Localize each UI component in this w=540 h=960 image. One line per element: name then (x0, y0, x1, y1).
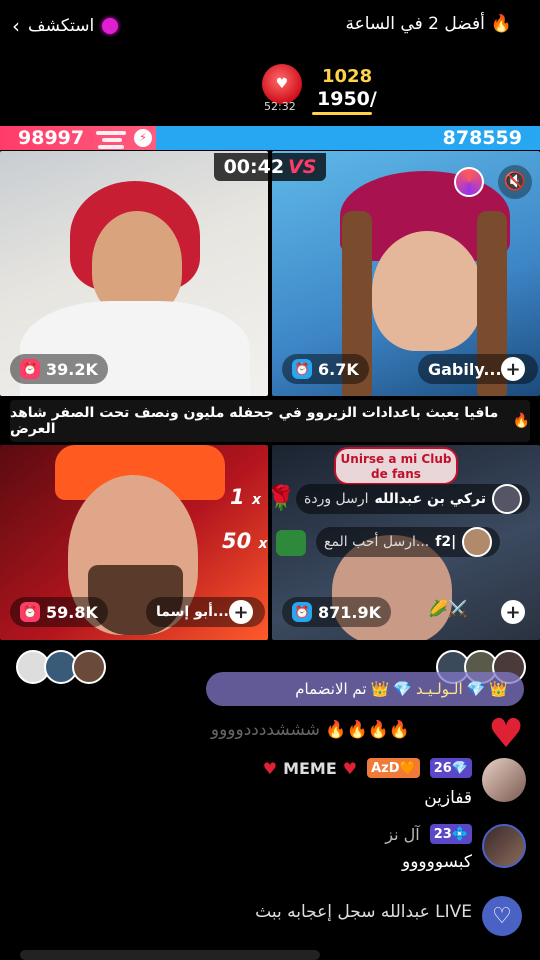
score-timer: 52:32 (264, 100, 296, 113)
flag-gift-icon (276, 530, 306, 556)
fire-icons: 🔥🔥🔥🔥 (325, 720, 410, 740)
score-current: 1028 (322, 66, 373, 87)
comment-text: كبسووووو (401, 852, 472, 872)
vs-icon: VS (288, 156, 317, 178)
video-tile-3[interactable]: 1 x 50 x ⏰ 59.8K أبو إسما... + (0, 445, 268, 640)
pinned-banner[interactable]: مافيا يعبث باعدادات الزيروو في جحفله ملي… (10, 400, 530, 442)
comment-1[interactable]: ♥ MEME ♥ AzD 🧡 26 💎 قفازين (0, 758, 540, 822)
gift-note-action: ارسل أحب المع... (324, 534, 430, 550)
hourly-rank[interactable]: أفضل 2 في الساعة 🔥 (346, 14, 512, 34)
banner-text: مافيا يعبث باعدادات الزيروو في جحفله ملي… (10, 405, 499, 437)
guest-name: Gabily... (428, 359, 502, 379)
faded-comment: شششددددوووو 🔥🔥🔥🔥 (210, 720, 410, 740)
guest-name: أبو إسما... (156, 604, 229, 620)
like-notice-text: عبدالله سجل إعجابه ببث LIVE (255, 902, 472, 922)
flame-icon: 🔥 (490, 14, 512, 34)
likes-pill-4[interactable]: ⏰ 871.9K (282, 597, 392, 627)
likes-pill-3[interactable]: ⏰ 59.8K (10, 597, 108, 627)
follow-plus-icon[interactable]: + (229, 600, 253, 624)
heart-badge-icon: ♥ (262, 64, 302, 104)
explore-button[interactable]: ‹ استكشف (12, 14, 119, 38)
likes-count: 39.2K (46, 359, 98, 379)
alarm-icon: ⏰ (292, 602, 312, 622)
score-target: 1950/ (317, 88, 377, 110)
crown-icon: 👑 (489, 680, 508, 698)
guest-face (372, 231, 482, 351)
club-sign-line2: de fans (371, 467, 421, 481)
likes-count: 59.8K (46, 602, 98, 622)
join-user: الـولـيـد (415, 680, 463, 698)
likes-count: 871.9K (318, 602, 382, 622)
chevron-left-icon: ‹ (12, 14, 20, 38)
comment-header: آل نز 23 💠 (385, 824, 472, 844)
diamond-icon: 💎 (393, 680, 412, 698)
fan-badge: AzD 🧡 (367, 758, 420, 778)
heart-icon: ♥ (262, 758, 278, 778)
score-underline (312, 112, 372, 115)
video-tile-2[interactable]: 🔇 ⏰ 6.7K Gabily... + (272, 151, 540, 396)
crown-icon: 👑 (370, 680, 390, 698)
battle-score-bar: ⚡ 98997 878559 (0, 126, 540, 150)
gift-note-user: f2| (435, 534, 457, 550)
gift-note-user: تركي بن عبدالله (374, 491, 487, 507)
commenter-name: MEME (283, 758, 337, 778)
score-panel[interactable]: ♥ 52:32 1028 1950/ (262, 64, 377, 116)
gift-user-avatar (492, 484, 523, 514)
club-sign-line1: Unirse a mi Club (340, 452, 452, 466)
explore-label: استكشف (28, 16, 95, 36)
fire-icon: 🔥 (512, 413, 530, 429)
likes-pill-2[interactable]: ⏰ 6.7K (282, 354, 369, 384)
alarm-icon: ⏰ (20, 602, 40, 622)
likes-pill-1[interactable]: ⏰ 39.2K (10, 354, 108, 384)
commenter-avatar[interactable] (482, 758, 526, 802)
join-notice: تم الانضمام 👑 💎 الـولـيـد 💎 👑 (206, 672, 524, 706)
video-tile-1[interactable]: ⏰ 39.2K (0, 151, 268, 396)
heart-icon: ♥ (342, 758, 358, 778)
blue-team-score: 878559 (442, 127, 522, 149)
lightning-icon: ⚡ (134, 129, 152, 147)
gift-count-b: 50 x (222, 529, 268, 553)
mute-icon[interactable]: 🔇 (498, 165, 532, 199)
gift-note-1[interactable]: ارسل وردة تركي بن عبدالله (296, 484, 531, 514)
join-action: تم الانضمام (295, 680, 367, 698)
alarm-icon: ⏰ (292, 359, 312, 379)
comment-3: عبدالله سجل إعجابه ببث LIVE (0, 900, 540, 930)
diamond-icon: 💎 (466, 680, 486, 698)
gift-note-action: ارسل وردة (304, 491, 369, 507)
red-stripes (96, 131, 126, 149)
comment-2[interactable]: آل نز 23 💠 كبسووووو (0, 822, 540, 892)
favorite-heart-icon[interactable]: ♡ (482, 896, 522, 936)
gift-user-avatar (462, 527, 493, 557)
fan-club-sign: Unirse a mi Club de fans (334, 447, 458, 485)
team-avatar-icon[interactable] (454, 167, 484, 197)
battle-countdown: 00:42 VS (214, 153, 326, 181)
red-team-score: 98997 (18, 127, 85, 149)
likes-count: 6.7K (318, 359, 359, 379)
top-viewers[interactable] (16, 650, 106, 684)
viewer-avatar[interactable] (72, 650, 106, 684)
commenter-avatar[interactable] (482, 824, 526, 868)
gift-count-a: 1 x (230, 485, 261, 509)
rank-label: أفضل 2 في الساعة (345, 14, 485, 34)
top-bar: ‹ استكشف أفضل 2 في الساعة 🔥 (0, 0, 540, 52)
comment-input-bar[interactable] (20, 950, 320, 960)
follow-plus-icon[interactable]: + (501, 357, 525, 381)
gift-note-2[interactable]: ارسل أحب المع... f2| (316, 527, 501, 557)
follow-plus-icon[interactable]: + (501, 600, 525, 624)
alarm-icon: ⏰ (20, 359, 40, 379)
countdown-text: 00:42 (223, 156, 285, 178)
level-badge: 26 💎 (429, 758, 472, 778)
explore-dot-icon (102, 18, 119, 34)
comment-text: قفازين (424, 788, 472, 808)
level-badge: 23 💠 (429, 824, 472, 844)
rose-icon: 🌹 (266, 484, 296, 512)
heart-icon[interactable]: ♥ (484, 712, 528, 756)
swords-icon: 🌽⚔️ (428, 599, 468, 618)
comment-header: ♥ MEME ♥ AzD 🧡 26 💎 (263, 758, 472, 778)
commenter-name: آل نز (385, 824, 420, 844)
